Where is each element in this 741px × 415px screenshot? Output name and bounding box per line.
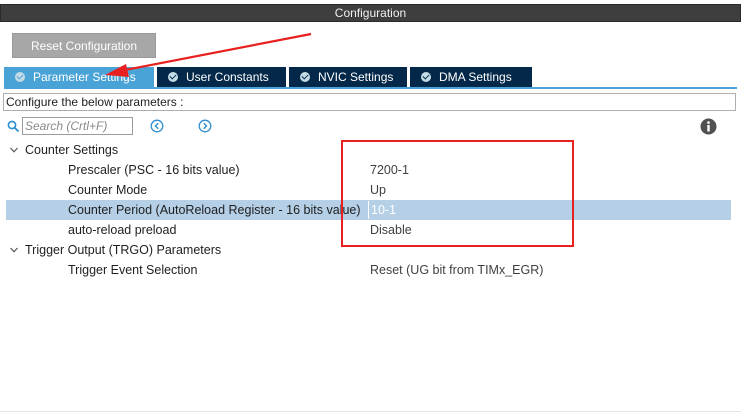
check-icon <box>168 72 178 82</box>
tab-user-constants[interactable]: User Constants <box>157 67 286 87</box>
divider <box>0 411 741 412</box>
chevron-left-circle-icon[interactable] <box>150 119 164 133</box>
check-icon <box>300 72 310 82</box>
window-title-bar: Configuration <box>0 4 741 22</box>
group-label: Counter Settings <box>25 143 119 157</box>
check-icon <box>15 72 25 82</box>
param-row-trigger-event-selection[interactable]: Trigger Event Selection Reset (UG bit fr… <box>6 260 731 280</box>
tab-dma-settings[interactable]: DMA Settings <box>410 67 532 87</box>
window-title: Configuration <box>334 6 407 20</box>
tab-parameter-settings[interactable]: Parameter Settings <box>4 67 154 87</box>
param-name: Prescaler (PSC - 16 bits value) <box>68 163 240 177</box>
param-name: Counter Period (AutoReload Register - 16… <box>68 203 361 217</box>
param-name: Trigger Event Selection <box>68 263 198 277</box>
annotation-highlight-box <box>341 140 574 247</box>
param-name: auto-reload preload <box>68 223 177 237</box>
search-input[interactable] <box>22 117 133 135</box>
group-label: Trigger Output (TRGO) Parameters <box>25 243 222 257</box>
tab-label: Parameter Settings <box>33 70 136 84</box>
tab-label: User Constants <box>186 70 269 84</box>
tab-label: DMA Settings <box>439 70 512 84</box>
param-value[interactable]: Reset (UG bit from TIMx_EGR) <box>370 260 543 280</box>
tab-underline <box>4 87 737 89</box>
search-icon[interactable] <box>7 120 19 132</box>
param-name: Counter Mode <box>68 183 148 197</box>
chevron-down-icon[interactable] <box>10 146 18 154</box>
chevron-down-icon[interactable] <box>10 246 18 254</box>
chevron-right-circle-icon[interactable] <box>198 119 212 133</box>
configure-hint: Configure the below parameters : <box>6 95 184 109</box>
check-icon <box>421 72 431 82</box>
configure-hint-box: Configure the below parameters : <box>3 93 736 111</box>
info-icon[interactable] <box>700 118 717 135</box>
tab-nvic-settings[interactable]: NVIC Settings <box>289 67 407 87</box>
reset-configuration-button[interactable]: Reset Configuration <box>12 33 156 58</box>
tab-label: NVIC Settings <box>318 70 394 84</box>
